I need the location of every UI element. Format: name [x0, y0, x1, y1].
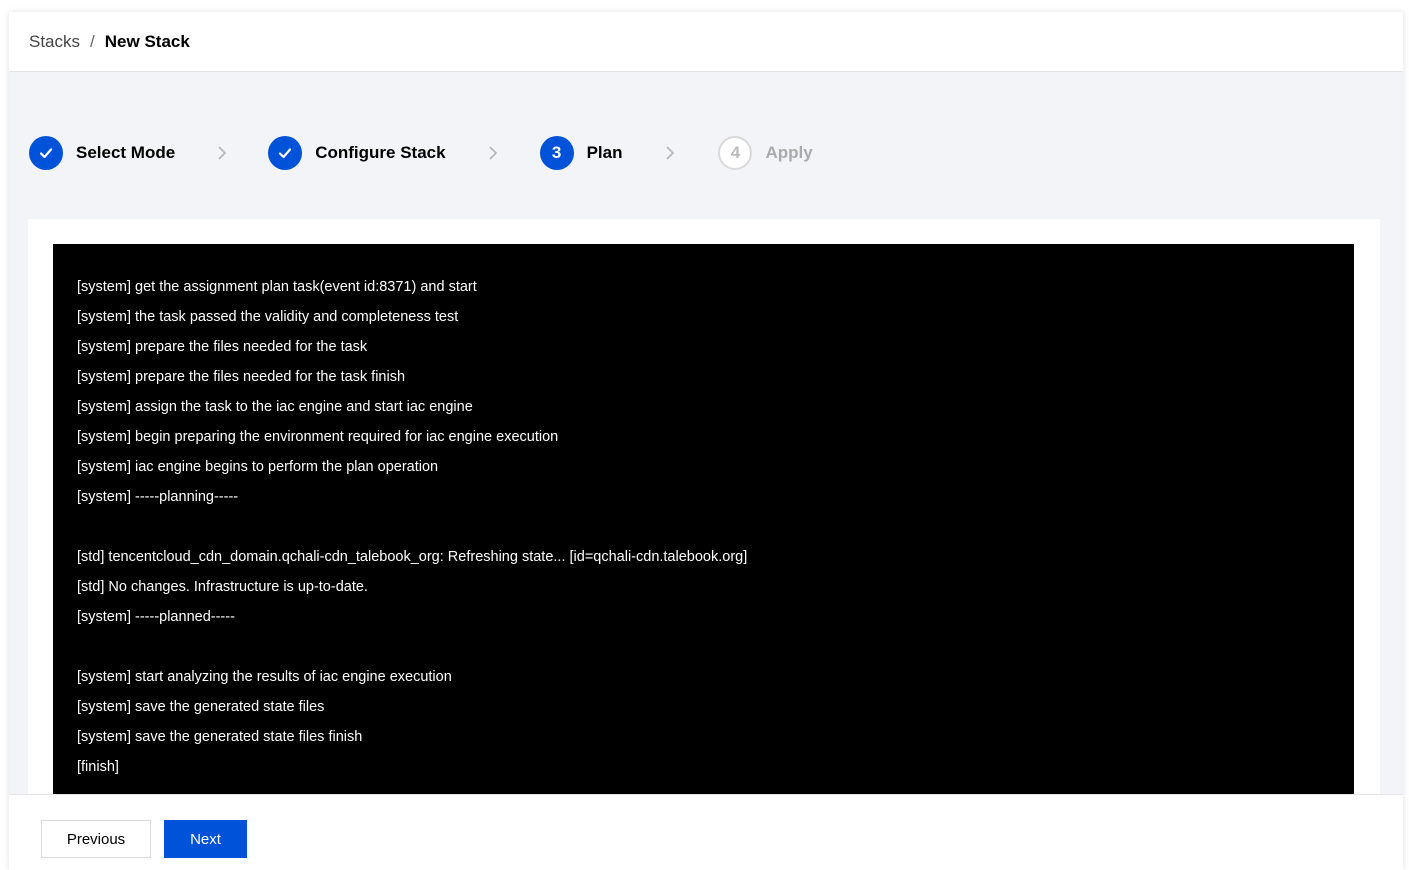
log-line: [std] No changes. Infrastructure is up-t…	[77, 579, 368, 595]
breadcrumb-separator: /	[90, 31, 95, 51]
log-line: [std] tencentcloud_cdn_domain.qchali-cdn…	[77, 549, 748, 565]
log-line: [system] get the assignment plan task(ev…	[77, 279, 477, 295]
step-apply: 4 Apply	[718, 136, 813, 170]
steps-indicator: Select Mode Configure Stack 3 Plan 4 App…	[29, 134, 813, 172]
breadcrumb: Stacks / New Stack	[9, 12, 1403, 72]
log-line: [system] the task passed the validity an…	[77, 309, 459, 325]
step-label: Configure Stack	[315, 143, 446, 162]
log-line: [system] begin preparing the environment…	[77, 429, 559, 445]
log-line: [finish]	[77, 759, 119, 775]
step-label: Apply	[765, 143, 813, 162]
previous-button[interactable]: Previous	[41, 820, 151, 858]
content-panel: [system] get the assignment plan task(ev…	[28, 219, 1380, 819]
step-plan: 3 Plan	[539, 136, 623, 170]
check-icon	[268, 136, 303, 170]
log-line: [system] save the generated state files …	[77, 729, 363, 745]
log-line: [system] start analyzing the results of …	[77, 669, 452, 685]
app-window: Stacks / New Stack Select Mode Configure…	[9, 12, 1403, 870]
step-configure-stack: Configure Stack	[268, 136, 446, 170]
step-label: Plan	[586, 143, 623, 162]
breadcrumb-stacks-link[interactable]: Stacks	[29, 32, 80, 52]
log-line: [system] save the generated state files	[77, 699, 325, 715]
log-line: [system] -----planning-----	[77, 489, 239, 505]
log-line: [system] prepare the files needed for th…	[77, 369, 406, 385]
log-line: [system] assign the task to the iac engi…	[77, 399, 473, 415]
footer-actions: Previous Next	[9, 794, 1403, 870]
chevron-right-icon	[446, 145, 540, 161]
console-output: [system] get the assignment plan task(ev…	[53, 244, 1354, 804]
page-title: New Stack	[104, 31, 190, 51]
step-number: 3	[539, 136, 574, 170]
step-label: Select Mode	[76, 143, 176, 162]
chevron-right-icon	[622, 145, 718, 161]
log-line: [system] -----planned-----	[77, 609, 235, 625]
log-line: [system] iac engine begins to perform th…	[77, 459, 439, 475]
check-icon	[29, 136, 63, 170]
step-select-mode: Select Mode	[29, 136, 175, 170]
log-line: [system] prepare the files needed for th…	[77, 339, 368, 355]
chevron-right-icon	[175, 145, 268, 161]
next-button[interactable]: Next	[164, 820, 247, 858]
step-number: 4	[718, 136, 753, 170]
